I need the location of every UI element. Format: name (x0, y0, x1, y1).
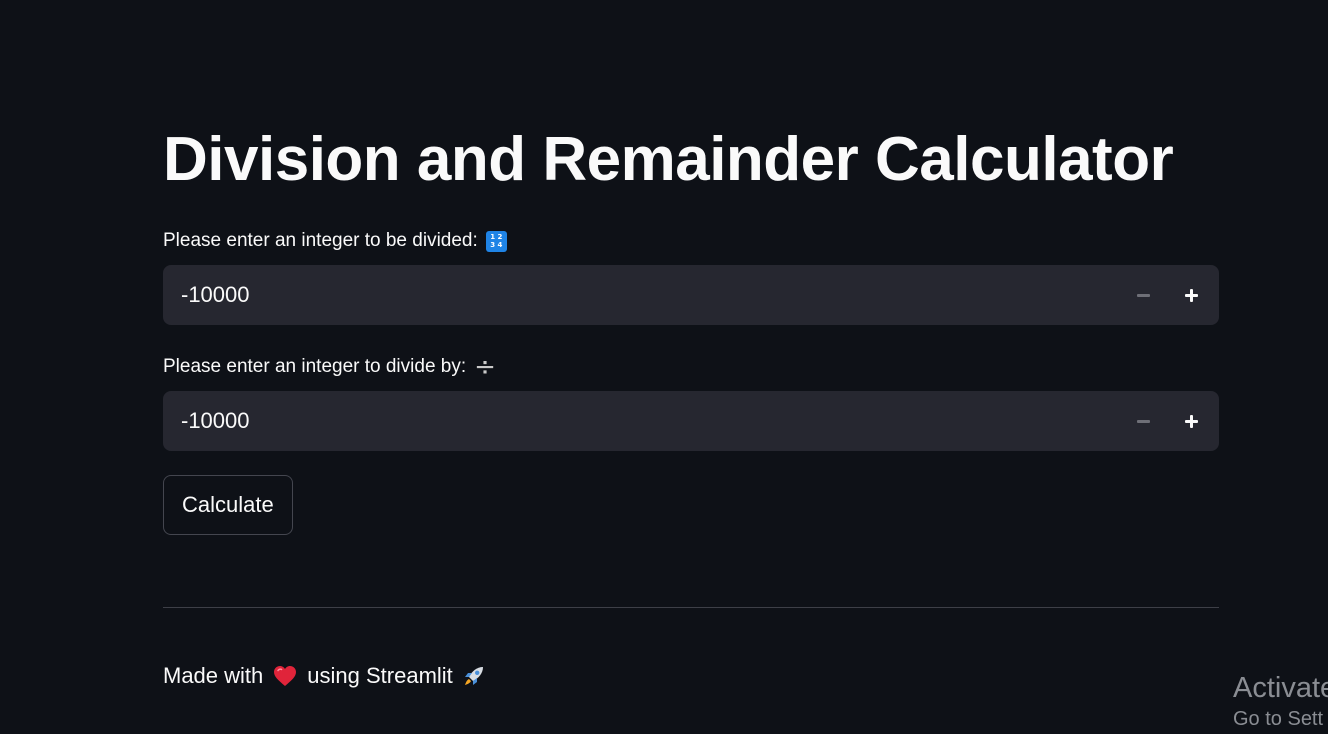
page-title: Division and Remainder Calculator (163, 125, 1174, 194)
dividend-label: Please enter an integer to be divided: 1… (163, 229, 507, 253)
rocket-icon (464, 667, 483, 685)
input-numbers-icon: 1 23 4 (485, 230, 507, 252)
minus-icon (1136, 419, 1150, 423)
divisor-decrement-button[interactable] (1119, 391, 1167, 451)
divider (163, 607, 1219, 608)
dividend-label-text: Please enter an integer to be divided: (163, 230, 478, 251)
divide-sign-icon: ÷ (474, 352, 496, 382)
divisor-number-input (163, 390, 1219, 452)
minus-icon (1136, 293, 1150, 297)
dividend-input[interactable] (163, 264, 1119, 326)
dividend-increment-button[interactable] (1167, 265, 1215, 325)
heart-icon (274, 666, 297, 686)
footer-text-before: Made with (163, 663, 264, 688)
divisor-input[interactable] (163, 390, 1119, 452)
dividend-decrement-button[interactable] (1119, 265, 1167, 325)
divisor-increment-button[interactable] (1167, 391, 1215, 451)
footer-text-after: using Streamlit (307, 663, 453, 688)
footer: Made with using Streamlit (163, 661, 487, 691)
watermark-line-2: Go to Sett (1233, 708, 1324, 730)
dividend-number-input (163, 264, 1219, 326)
app-page: Division and Remainder Calculator Please… (0, 0, 1328, 734)
activation-watermark: Activate Go to Sett (1233, 670, 1328, 732)
divisor-label: Please enter an integer to divide by: ÷ (163, 352, 496, 382)
plus-icon (1184, 414, 1198, 428)
plus-icon (1184, 288, 1198, 302)
calculate-button[interactable]: Calculate (163, 475, 293, 535)
divisor-label-text: Please enter an integer to divide by: (163, 356, 467, 377)
watermark-line-1: Activate (1233, 672, 1328, 704)
